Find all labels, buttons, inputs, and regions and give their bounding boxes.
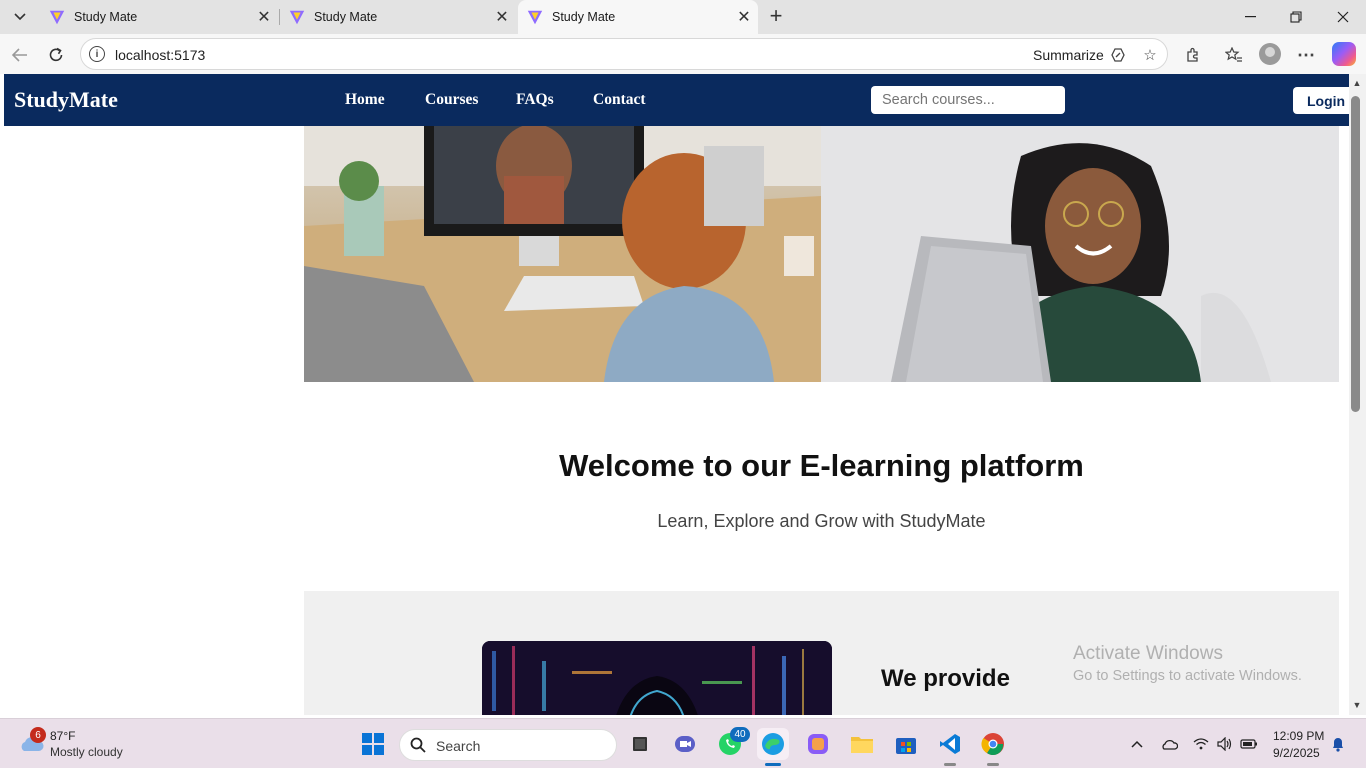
- tab-close-icon[interactable]: ✕: [492, 7, 512, 27]
- notification-bell-icon[interactable]: [1328, 734, 1348, 754]
- new-tab-plus-icon[interactable]: +: [764, 3, 788, 28]
- course-search-input[interactable]: [871, 86, 1065, 114]
- wifi-icon[interactable]: [1191, 734, 1211, 754]
- nav-courses-link[interactable]: Courses: [425, 91, 478, 109]
- weather-temperature: 87°F: [50, 729, 76, 743]
- volume-speaker-icon[interactable]: [1215, 734, 1235, 754]
- browser-tab-1[interactable]: Study Mate ✕: [40, 0, 278, 34]
- teams-meet-icon[interactable]: [669, 728, 701, 760]
- nav-faqs-link[interactable]: FAQs: [516, 91, 554, 109]
- whatsapp-unread-badge: 40: [730, 727, 750, 742]
- activate-windows-title: Activate Windows: [1073, 643, 1223, 664]
- tab-title: Study Mate: [74, 10, 138, 24]
- login-button[interactable]: Login: [1293, 87, 1349, 114]
- scroll-down-arrow-icon[interactable]: ▼: [1351, 700, 1363, 710]
- tab-title: Study Mate: [552, 10, 616, 24]
- page-scrollbar[interactable]: ▲ ▼: [1349, 74, 1366, 715]
- summarize-button[interactable]: Summarize: [1033, 47, 1104, 63]
- welcome-tagline: Learn, Explore and Grow with StudyMate: [657, 511, 986, 531]
- site-info-icon[interactable]: i: [89, 46, 105, 62]
- microsoft-store-icon[interactable]: [890, 728, 922, 760]
- chrome-icon[interactable]: [977, 728, 1009, 760]
- tab-title: Study Mate: [314, 10, 378, 24]
- nav-home-link[interactable]: Home: [345, 91, 385, 109]
- scrollbar-thumb[interactable]: [1351, 96, 1360, 412]
- running-app-indicator: [987, 763, 999, 766]
- close-window-icon[interactable]: [1320, 0, 1366, 34]
- file-explorer-folder-icon[interactable]: [846, 728, 878, 760]
- more-options-icon[interactable]: ⋯: [1294, 43, 1318, 67]
- browser-tab-3-active[interactable]: Study Mate ✕: [518, 0, 758, 34]
- windows-taskbar: 6 87°F Mostly cloudy Search 40 12:09 PM …: [0, 718, 1366, 768]
- vite-logo-icon: [49, 10, 65, 25]
- address-bar[interactable]: i localhost:5173 Summarize ☆: [80, 38, 1168, 70]
- activate-windows-subtitle: Go to Settings to activate Windows.: [1073, 668, 1302, 684]
- refresh-icon[interactable]: [42, 41, 70, 69]
- favorites-list-icon[interactable]: [1222, 43, 1246, 67]
- hero-image-woman-laptop: [821, 126, 1339, 382]
- nav-contact-link[interactable]: Contact: [593, 91, 646, 109]
- site-navbar: StudyMate Home Courses FAQs Contact Logi…: [4, 74, 1349, 126]
- tab-list-menu-button[interactable]: [6, 4, 34, 30]
- profile-avatar[interactable]: [1259, 43, 1281, 65]
- minimize-icon[interactable]: [1227, 0, 1273, 34]
- search-icon: [410, 737, 426, 753]
- taskbar-clock-time[interactable]: 12:09 PM: [1273, 729, 1324, 743]
- summarize-copilot-icon[interactable]: [1108, 45, 1128, 65]
- cyber-hooded-figure-image: [482, 641, 832, 715]
- show-hidden-icons-chevron-icon[interactable]: [1127, 734, 1147, 754]
- back-arrow-icon[interactable]: [6, 41, 34, 69]
- weather-condition: Mostly cloudy: [50, 745, 123, 759]
- copilot-icon[interactable]: [1332, 42, 1356, 66]
- browser-tab-strip: Study Mate ✕ Study Mate ✕ Study Mate ✕ +: [0, 0, 1366, 34]
- taskbar-search-box[interactable]: Search: [399, 729, 617, 761]
- page-viewport: StudyMate Home Courses FAQs Contact Logi…: [4, 74, 1349, 715]
- taskbar-search-label: Search: [436, 738, 481, 754]
- battery-icon[interactable]: [1239, 734, 1259, 754]
- address-url: localhost:5173: [115, 47, 206, 63]
- browser-tab-2[interactable]: Study Mate ✕: [280, 0, 516, 34]
- tab-close-icon[interactable]: ✕: [734, 7, 754, 27]
- taskbar-clock-date[interactable]: 9/2/2025: [1273, 746, 1320, 760]
- site-brand-logo[interactable]: StudyMate: [14, 87, 118, 113]
- vite-logo-icon: [289, 10, 305, 25]
- favorite-star-icon[interactable]: ☆: [1140, 45, 1160, 65]
- vscode-icon[interactable]: [934, 728, 966, 760]
- edge-browser-icon[interactable]: [757, 728, 789, 760]
- hero-image-child-computer: [304, 126, 821, 382]
- tab-close-icon[interactable]: ✕: [254, 7, 274, 27]
- we-provide-heading: We provide: [881, 665, 1010, 692]
- extensions-puzzle-icon[interactable]: [1181, 43, 1205, 67]
- weather-alert-badge: 6: [30, 727, 46, 743]
- onedrive-cloud-icon[interactable]: [1159, 734, 1179, 754]
- task-view-icon[interactable]: [624, 728, 656, 760]
- browser-toolbar: i localhost:5173 Summarize ☆ ⋯: [0, 34, 1366, 74]
- welcome-heading: Welcome to our E-learning platform: [559, 448, 1084, 483]
- hero-banner: [304, 126, 1339, 382]
- restore-icon[interactable]: [1273, 0, 1319, 34]
- vite-logo-icon: [527, 10, 543, 25]
- active-app-indicator: [765, 763, 781, 766]
- copilot-app-icon[interactable]: [802, 728, 834, 760]
- chevron-down-icon: [14, 13, 26, 21]
- scroll-up-arrow-icon[interactable]: ▲: [1351, 78, 1363, 88]
- running-app-indicator: [944, 763, 956, 766]
- windows-start-icon[interactable]: [357, 728, 389, 760]
